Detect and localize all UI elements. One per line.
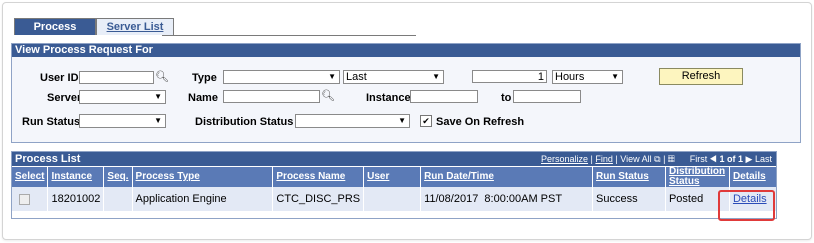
column-header[interactable]: User <box>363 167 422 187</box>
spreadsheet-icon[interactable]: ▦ <box>668 154 675 164</box>
table-header-row: Select Instance Seq. Process Type Proces… <box>12 167 776 187</box>
column-header[interactable]: Run Status <box>592 167 666 187</box>
distribution-status-select[interactable]: ▼ <box>295 114 410 128</box>
run-status-label: Run Status <box>22 116 81 128</box>
range-value: Last <box>346 71 367 83</box>
server-select[interactable]: ▼ <box>79 90 166 104</box>
name-input[interactable] <box>223 90 320 103</box>
unit-dropdown-icon: ▼ <box>611 72 619 81</box>
column-header[interactable]: Process Type <box>132 167 274 187</box>
column-header[interactable]: Process Name <box>272 167 365 187</box>
select-cell <box>12 187 49 211</box>
run-status-select[interactable]: ▼ <box>79 114 166 128</box>
tab-divider <box>162 35 416 36</box>
process-table: Select Instance Seq. Process Type Proces… <box>12 167 776 211</box>
server-label: Server <box>47 92 82 104</box>
user-cell <box>363 187 422 211</box>
user-id-lookup-icon[interactable]: 🔍︎ <box>155 70 169 83</box>
column-header[interactable]: Run Date/Time <box>420 167 594 187</box>
view-all-link[interactable]: View All <box>620 154 651 164</box>
filter-panel-title: View Process Request For <box>12 44 800 57</box>
process-name-cell: CTC_DISC_PRS <box>272 187 365 211</box>
row-range: 1 of 1 <box>719 154 744 164</box>
personalize-link[interactable]: Personalize <box>541 154 588 164</box>
last-label[interactable]: Last <box>755 154 772 164</box>
range-dropdown-icon: ▼ <box>432 72 440 81</box>
column-header[interactable]: Instance <box>47 167 105 187</box>
table-row: 18201002 Application Engine CTC_DISC_PRS… <box>12 187 776 211</box>
user-id-input[interactable] <box>79 71 154 84</box>
column-header[interactable]: Select <box>12 167 49 187</box>
find-link[interactable]: Find <box>595 154 613 164</box>
save-on-refresh-label: Save On Refresh <box>436 116 525 128</box>
server-dropdown-icon: ▼ <box>154 92 162 101</box>
instance-label: Instance <box>366 92 411 104</box>
details-highlight <box>718 190 775 221</box>
unit-select[interactable]: Hours ▼ <box>552 70 623 84</box>
distribution-status-label: Distribution Status <box>195 116 294 128</box>
distribution-status-dropdown-icon: ▼ <box>398 116 406 125</box>
name-label: Name <box>188 92 218 104</box>
first-label[interactable]: First <box>690 154 708 164</box>
next-arrow-icon[interactable]: ▶ <box>746 154 753 164</box>
column-header[interactable]: Distribution Status <box>665 167 730 187</box>
type-dropdown-icon: ▼ <box>328 72 336 81</box>
prev-arrow-icon[interactable]: ◀ <box>710 154 717 164</box>
filter-panel: View Process Request For User ID 🔍︎ Type… <box>11 43 801 143</box>
row-select-checkbox[interactable] <box>19 193 30 205</box>
instance-cell: 18201002 <box>47 187 105 211</box>
user-id-label: User ID <box>40 72 79 84</box>
run-datetime-cell: 11/08/2017 8:00:00AM PST <box>420 187 594 211</box>
name-lookup-icon[interactable]: 🔍︎ <box>321 89 335 102</box>
tab-process-list[interactable]: Process List <box>14 18 96 49</box>
range-select[interactable]: Last ▼ <box>343 70 444 84</box>
process-list-grid: Process List Personalize | Find | View A… <box>11 151 777 219</box>
grid-toolbar: Personalize | Find | View All ⧉ | ▦ Firs… <box>541 154 772 164</box>
unit-value: Hours <box>555 71 585 83</box>
run-status-cell: Success <box>592 187 666 211</box>
to-label: to <box>501 92 512 104</box>
process-type-cell: Application Engine <box>132 187 274 211</box>
type-label: Type <box>192 72 217 84</box>
save-on-refresh-checkbox[interactable]: ✔ <box>420 115 432 127</box>
count-value: 1 <box>537 71 544 83</box>
grid-title: Process List <box>15 153 81 165</box>
tab-server-list[interactable]: Server List <box>96 18 174 35</box>
count-input[interactable]: 1 <box>472 70 547 83</box>
download-icon[interactable]: ⧉ <box>654 154 660 164</box>
run-status-dropdown-icon: ▼ <box>154 116 162 125</box>
instance-to-input[interactable] <box>513 90 581 103</box>
type-select[interactable]: ▼ <box>223 70 340 84</box>
refresh-button[interactable]: Refresh <box>659 68 743 85</box>
grid-title-bar: Process List Personalize | Find | View A… <box>12 152 776 166</box>
column-header[interactable]: Seq. <box>103 167 133 187</box>
seq-cell <box>103 187 133 211</box>
column-header[interactable]: Details <box>729 167 776 187</box>
instance-from-input[interactable] <box>410 90 478 103</box>
